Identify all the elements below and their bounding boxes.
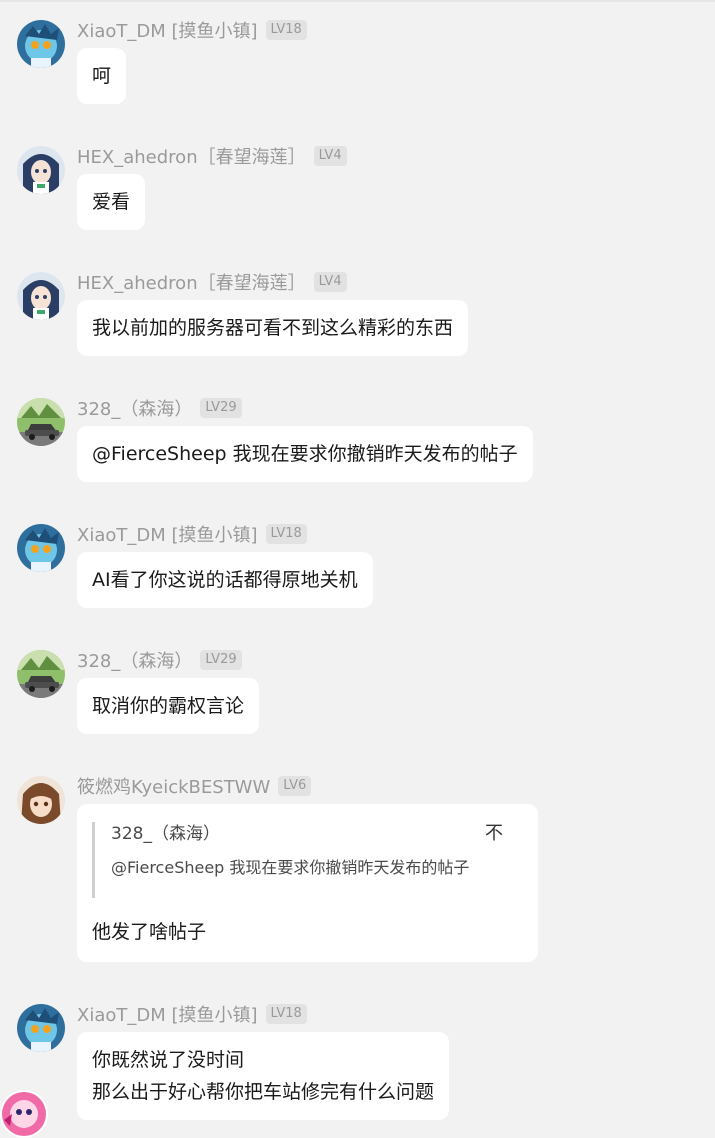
message-bubble[interactable]: 取消你的霸权言论 [77,678,260,734]
car-avatar-icon [17,650,65,698]
sender-name[interactable]: XiaoT_DM [摸鱼小镇] [77,521,258,547]
message-text: AI看了你这说的话都得原地关机 [92,569,358,591]
sender-name[interactable]: HEX_ahedron［春望海莲］ [77,143,306,169]
blue-anime-avatar-icon [17,1004,65,1052]
sender-name[interactable]: XiaoT_DM [摸鱼小镇] [77,1001,258,1027]
level-badge: LV29 [200,650,242,670]
message-text: 爱看 [92,191,131,213]
avatar[interactable] [17,146,65,194]
sender-name[interactable]: XiaoT_DM [摸鱼小镇] [77,17,258,43]
sender-name[interactable]: 328_（森海） [77,395,192,421]
message-text: 呵 [92,65,112,87]
avatar[interactable] [17,398,65,446]
message-bubble[interactable]: @FierceSheep 我现在要求你撤销昨天发布的帖子 [77,426,533,482]
message-bubble[interactable]: 爱看 [77,174,146,230]
avatar[interactable] [17,20,65,68]
message-bubble[interactable]: 呵 [77,48,127,104]
blue-anime-avatar-icon [17,20,65,68]
message-meta: HEX_ahedron［春望海莲］ LV4 [77,144,347,168]
avatar[interactable] [17,650,65,698]
partial-avatar[interactable] [0,1090,48,1138]
pink-character-avatar-icon [0,1090,48,1138]
level-badge: LV4 [313,272,347,292]
message-meta: XiaoT_DM [摸鱼小镇] LV18 [77,18,307,42]
quote-pin-icon[interactable]: 不 [485,822,503,846]
blue-anime-avatar-icon [17,524,65,572]
sender-name[interactable]: 筱燃鸡KyeickBESTWW [77,773,270,799]
avatar[interactable] [17,1004,65,1052]
level-badge: LV6 [278,776,312,796]
message-meta: HEX_ahedron［春望海莲］ LV4 [77,270,347,294]
message-meta: 328_（森海） LV29 [77,396,242,420]
sender-name[interactable]: HEX_ahedron［春望海莲］ [77,269,306,295]
message-text: 我以前加的服务器可看不到这么精彩的东西 [92,317,454,339]
avatar[interactable] [17,272,65,320]
message-meta: XiaoT_DM [摸鱼小镇] LV18 [77,1002,307,1026]
message-bubble[interactable]: 你既然说了没时间 那么出于好心帮你把车站修完有什么问题 [77,1032,450,1120]
avatar[interactable] [17,776,65,824]
level-badge: LV18 [265,524,307,544]
level-badge: LV18 [265,20,307,40]
message-bubble[interactable]: AI看了你这说的话都得原地关机 [77,552,373,608]
car-avatar-icon [17,398,65,446]
level-badge: LV4 [313,146,347,166]
anime-girl-avatar-icon [17,272,65,320]
level-badge: LV18 [265,1004,307,1024]
message-text-line: 你既然说了没时间 [92,1049,245,1071]
message-bubble[interactable]: 我以前加的服务器可看不到这么精彩的东西 [77,300,469,356]
message-text: 他发了啥帖子 [92,921,207,943]
message-text: 取消你的霸权言论 [92,695,245,717]
anime-girl-avatar-icon [17,146,65,194]
top-divider [0,0,715,2]
quoted-message[interactable]: 328_（森海） 不 @FierceSheep 我现在要求你撤销昨天发布的帖子 [92,822,523,898]
message-text-line: 那么出于好心帮你把车站修完有什么问题 [92,1081,435,1103]
message-meta: XiaoT_DM [摸鱼小镇] LV18 [77,522,307,546]
message-text: @FierceSheep 我现在要求你撤销昨天发布的帖子 [92,443,518,465]
avatar[interactable] [17,524,65,572]
message-bubble[interactable]: 328_（森海） 不 @FierceSheep 我现在要求你撤销昨天发布的帖子 … [77,804,538,962]
quoted-text: @FierceSheep 我现在要求你撤销昨天发布的帖子 [111,858,470,877]
brown-hair-avatar-icon [17,776,65,824]
level-badge: LV29 [200,398,242,418]
quoted-sender: 328_（森海） [111,824,220,844]
sender-name[interactable]: 328_（森海） [77,647,192,673]
message-meta: 筱燃鸡KyeickBESTWW LV6 [77,773,312,799]
message-meta: 328_（森海） LV29 [77,648,242,672]
